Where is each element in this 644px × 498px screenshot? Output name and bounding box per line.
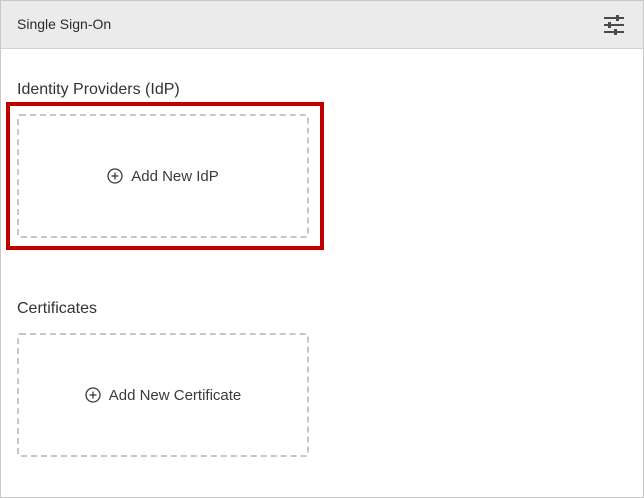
add-new-idp-content: Add New IdP: [107, 168, 219, 185]
add-new-certificate-label: Add New Certificate: [108, 386, 242, 404]
certificates-title: Certificates: [17, 300, 98, 317]
settings-button[interactable]: [601, 13, 627, 37]
sliders-icon: [604, 15, 624, 35]
add-new-certificate-button[interactable]: Add New Certificate: [17, 333, 309, 457]
panel-header: Single Sign-On: [1, 1, 643, 49]
add-new-idp-label: Add New IdP: [131, 167, 219, 185]
identity-providers-title: Identity Providers (IdP): [17, 81, 180, 98]
single-sign-on-panel: Single Sign-On Identity Providers (IdP): [0, 0, 644, 498]
panel-title: Single Sign-On: [17, 16, 112, 32]
add-new-certificate-content: Add New Certificate: [85, 386, 242, 404]
plus-circle-icon: [107, 168, 123, 184]
plus-circle-icon: [85, 387, 101, 403]
add-new-idp-button[interactable]: Add New IdP: [17, 114, 309, 238]
